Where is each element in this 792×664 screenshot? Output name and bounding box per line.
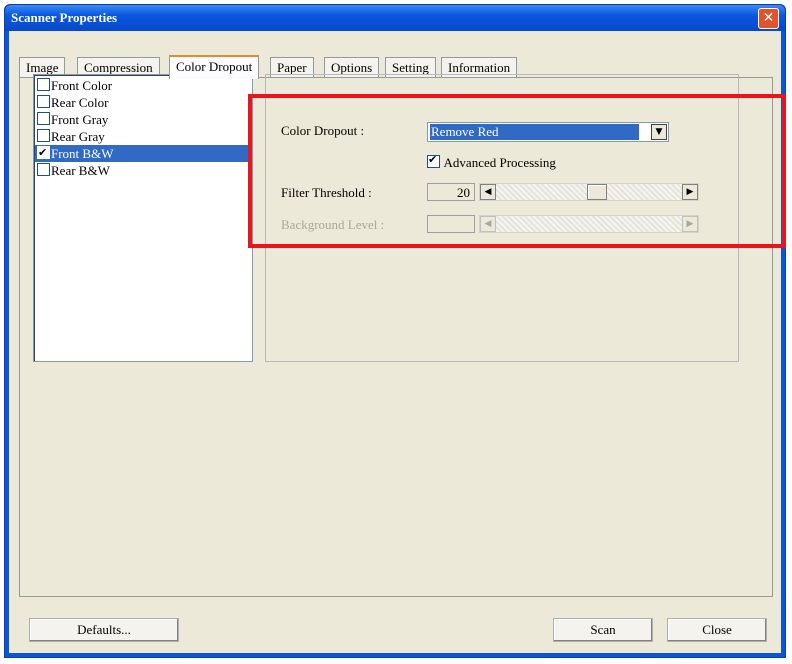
rear-gray-checkbox[interactable]: [37, 129, 50, 142]
list-item-front-color[interactable]: Front Color: [35, 77, 251, 94]
scan-button[interactable]: Scan: [553, 618, 653, 642]
list-item-label: Front B&W: [51, 146, 114, 161]
list-item-rear-bw[interactable]: Rear B&W: [35, 162, 251, 179]
front-color-checkbox[interactable]: [37, 78, 50, 91]
front-bw-checkbox[interactable]: [37, 144, 50, 161]
close-icon[interactable]: ✕: [758, 8, 779, 29]
rear-color-checkbox[interactable]: [37, 95, 50, 108]
list-item-front-gray[interactable]: Front Gray: [35, 111, 251, 128]
close-button[interactable]: Close: [667, 618, 767, 642]
list-item-label: Front Color: [51, 78, 113, 93]
defaults-button[interactable]: Defaults...: [29, 618, 179, 642]
list-item-label: Rear Gray: [51, 129, 105, 144]
list-item-rear-gray[interactable]: Rear Gray: [35, 128, 251, 145]
list-item-label: Rear B&W: [51, 163, 110, 178]
image-type-list[interactable]: Front Color Rear Color Front Gray Rear G…: [33, 74, 253, 362]
list-item-label: Front Gray: [51, 112, 109, 127]
tab-color-dropout[interactable]: Color Dropout: [169, 55, 260, 79]
window-title: Scanner Properties: [11, 10, 118, 25]
rear-bw-checkbox[interactable]: [37, 163, 50, 176]
list-item-rear-color[interactable]: Rear Color: [35, 94, 251, 111]
highlight-frame: [248, 94, 786, 248]
list-item-front-bw[interactable]: Front B&W: [35, 144, 251, 162]
title-bar[interactable]: Scanner Properties ✕: [5, 5, 785, 31]
list-item-label: Rear Color: [51, 95, 109, 110]
front-gray-checkbox[interactable]: [37, 112, 50, 125]
